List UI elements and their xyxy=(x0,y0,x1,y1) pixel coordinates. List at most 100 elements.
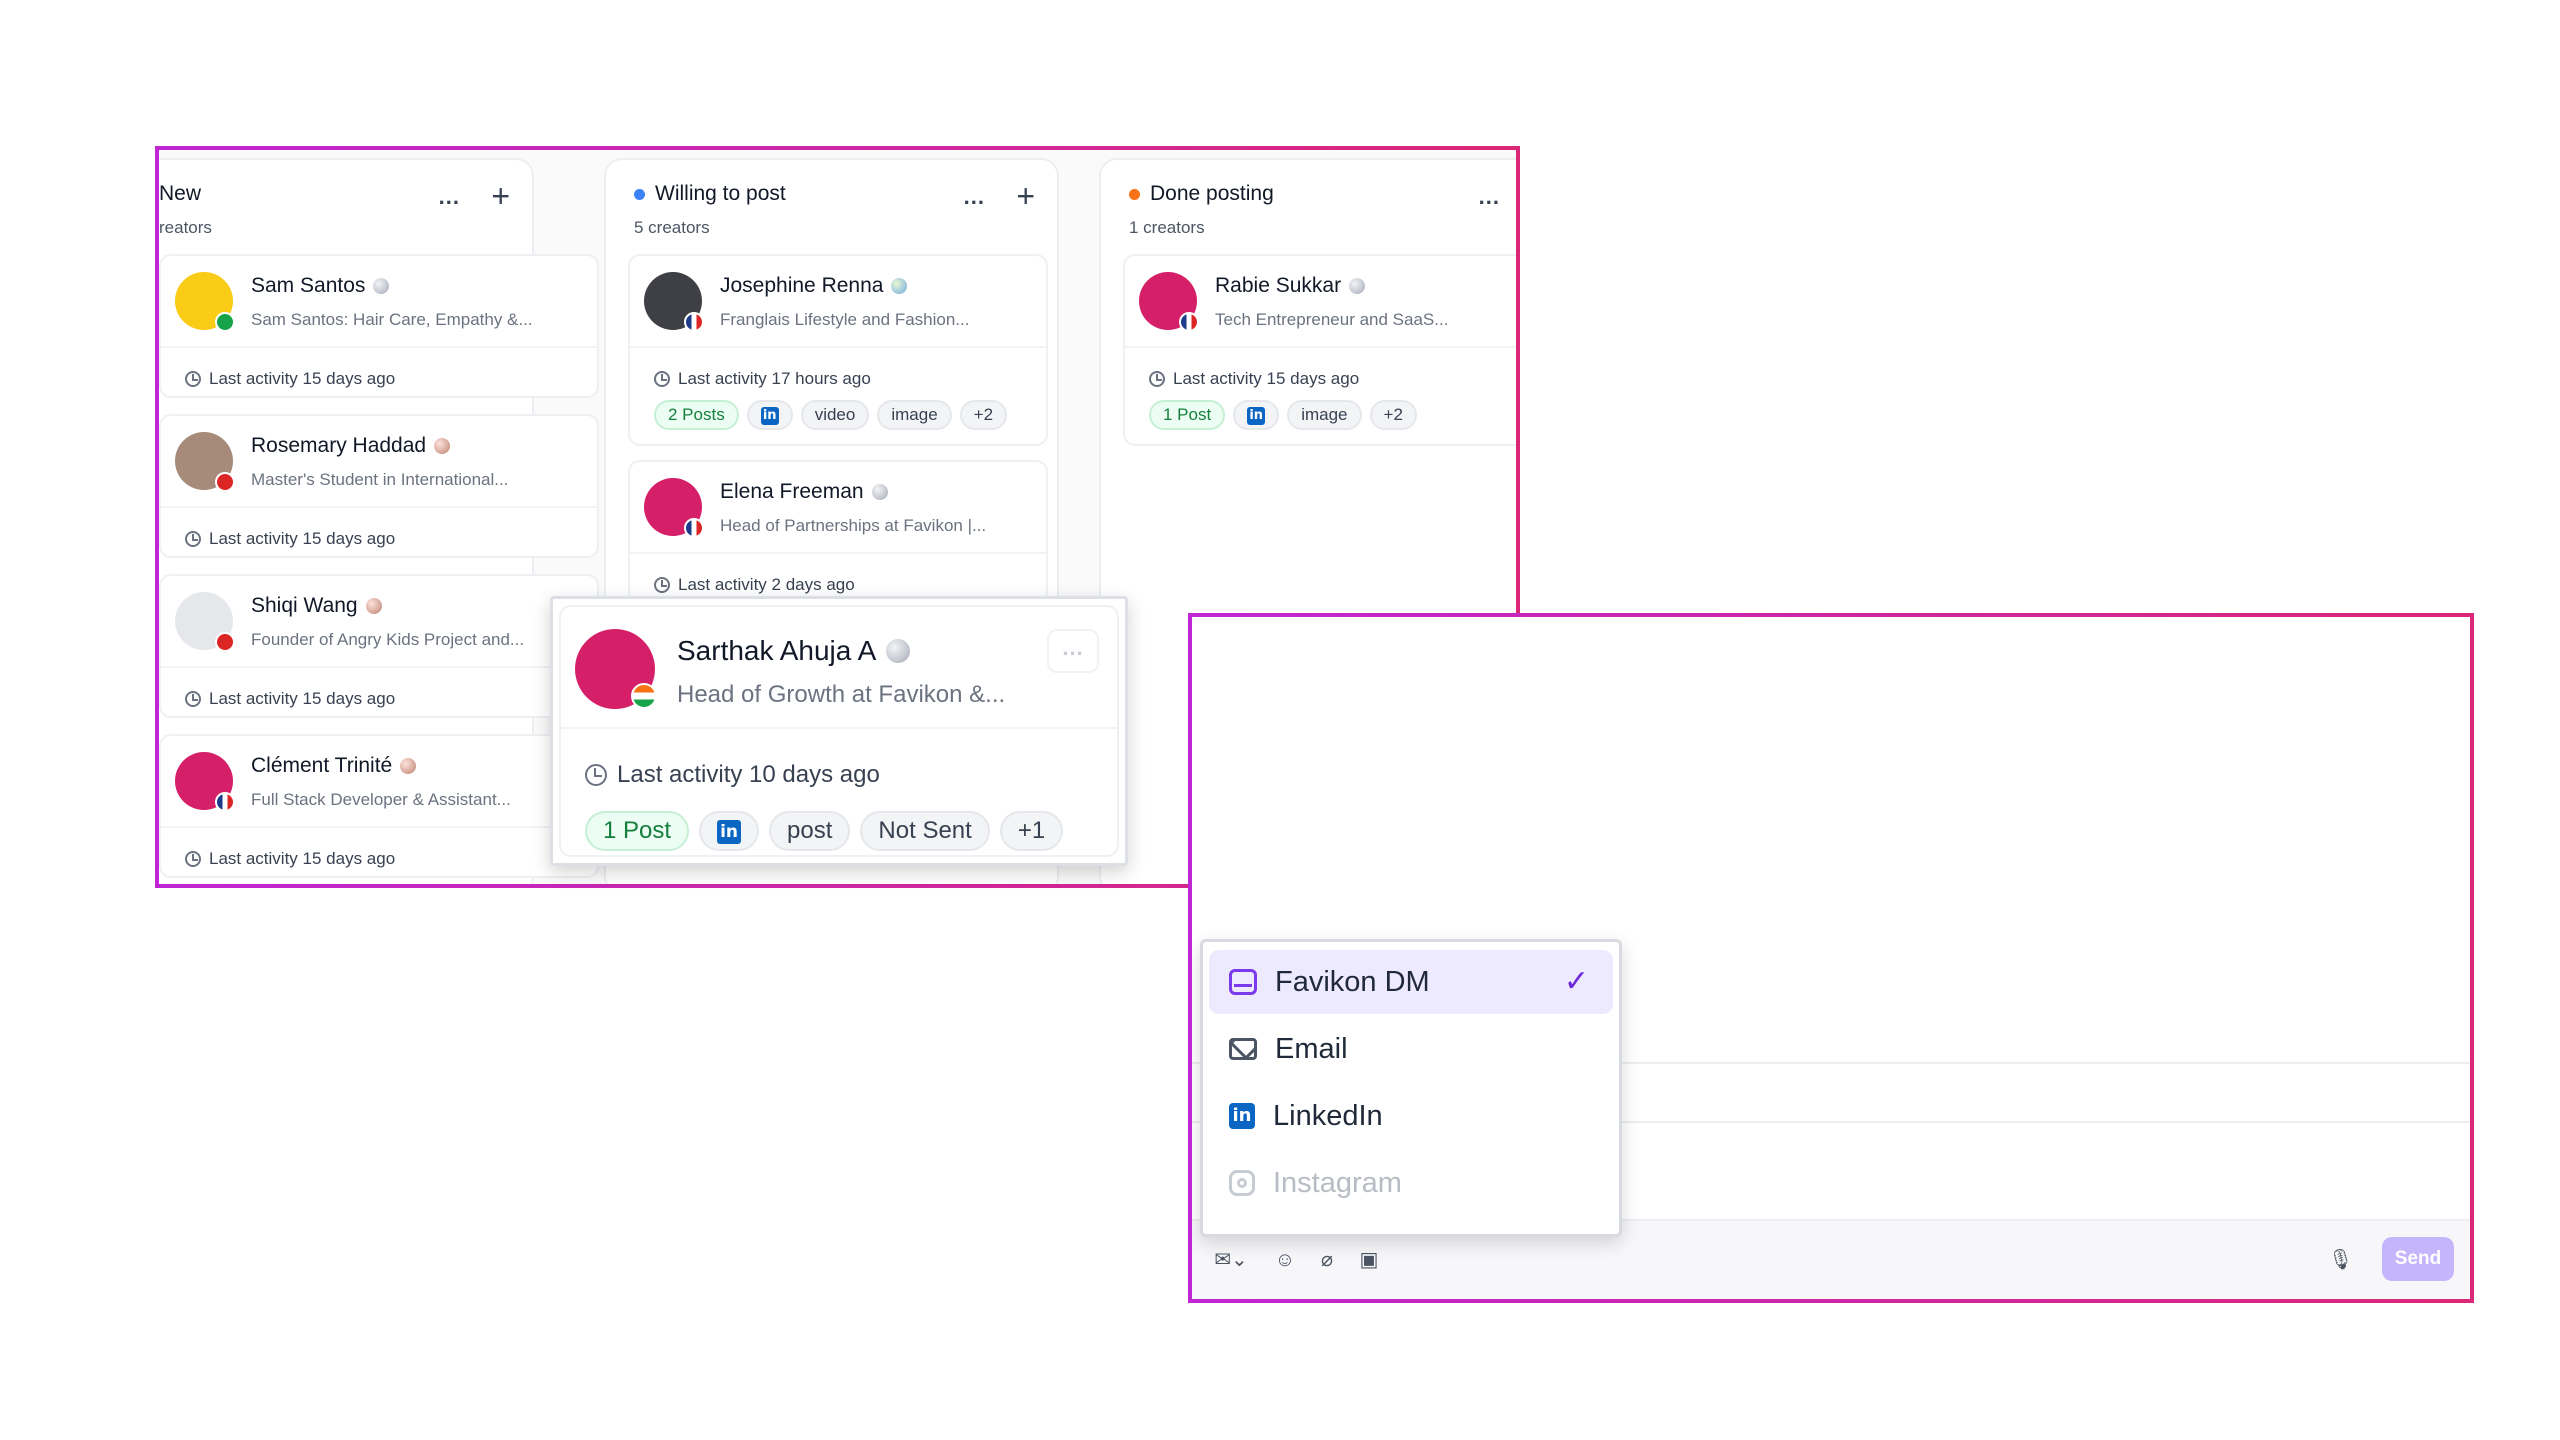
avatar xyxy=(575,629,657,709)
country-flag-icon xyxy=(631,683,657,709)
tier-badge-icon xyxy=(373,278,390,294)
instagram-icon xyxy=(1229,1170,1255,1196)
send-button[interactable]: Send xyxy=(2382,1237,2454,1281)
more-options-button[interactable]: ... xyxy=(1047,629,1099,673)
last-activity: Last activity 2 days ago xyxy=(678,575,855,594)
creator-name: Clément Trinité xyxy=(251,754,393,777)
inbox-icon xyxy=(1229,969,1257,995)
country-flag-icon xyxy=(684,518,704,538)
country-flag-icon xyxy=(684,312,704,332)
creator-headline: Full Stack Developer & Assistant... xyxy=(251,790,511,809)
creator-headline: Head of Partnerships at Favikon |... xyxy=(720,516,987,535)
creator-name: Josephine Renna xyxy=(720,274,884,297)
channel-dropdown: Favikon DM ✓ Email in LinkedIn Instagram xyxy=(1200,939,1622,1237)
last-activity: Last activity 10 days ago xyxy=(617,761,880,788)
content-type-tag: post xyxy=(769,811,851,851)
creator-card[interactable]: Rosemary Haddad Master's Student in Inte… xyxy=(159,414,599,558)
creator-headline: Master's Student in International... xyxy=(251,470,509,489)
country-flag-icon xyxy=(215,472,235,492)
last-activity: Last activity 15 days ago xyxy=(1173,369,1360,388)
status-dot xyxy=(634,188,645,200)
last-activity: Last activity 17 hours ago xyxy=(678,369,871,388)
tier-badge-icon xyxy=(400,758,417,774)
clock-icon xyxy=(185,531,201,547)
channel-option-instagram: Instagram xyxy=(1209,1151,1613,1215)
clock-icon xyxy=(654,577,670,593)
column-new: New reators ... + Sam Santos Sam Santos:… xyxy=(159,158,599,884)
channel-option-favikon-dm[interactable]: Favikon DM ✓ xyxy=(1209,950,1613,1014)
country-flag-icon xyxy=(215,632,235,652)
attachment-icon[interactable]: ⌀ xyxy=(1316,1249,1338,1271)
last-activity: Last activity 15 days ago xyxy=(209,689,396,708)
message-composer: ✉⌄ ☺ ⌀ ▣ 🎙 Send Favikon DM ✓ Email in Li… xyxy=(1188,613,2474,1303)
creator-name: Sarthak Ahuja A xyxy=(677,635,877,666)
creator-card[interactable]: Josephine Renna Franglais Lifestyle and … xyxy=(628,254,1048,446)
more-options-icon[interactable]: ... xyxy=(1479,184,1500,210)
clock-icon xyxy=(185,371,201,387)
country-flag-icon xyxy=(1179,312,1199,332)
avatar xyxy=(175,272,235,332)
clock-icon xyxy=(1149,371,1165,387)
creator-card[interactable]: Clément Trinité Full Stack Developer & A… xyxy=(159,734,599,878)
emoji-icon[interactable]: ☺ xyxy=(1274,1249,1296,1271)
more-options-icon[interactable]: ... xyxy=(964,184,985,210)
clock-icon xyxy=(185,691,201,707)
content-type-tag: image xyxy=(1287,400,1362,430)
creator-card[interactable]: Rabie Sukkar Tech Entrepreneur and SaaS.… xyxy=(1123,254,1516,446)
channel-option-email[interactable]: Email xyxy=(1209,1017,1613,1081)
country-flag-icon xyxy=(215,792,235,812)
posts-count-tag: 1 Post xyxy=(1149,400,1226,430)
channel-select-icon[interactable]: ✉⌄ xyxy=(1210,1249,1252,1271)
avatar xyxy=(644,272,704,332)
creator-card[interactable]: Elena Freeman Head of Partnerships at Fa… xyxy=(628,460,1048,604)
linkedin-tag: in xyxy=(1233,400,1280,430)
image-icon[interactable]: ▣ xyxy=(1358,1249,1380,1271)
content-type-tag: image xyxy=(877,400,952,430)
linkedin-icon: in xyxy=(717,819,742,844)
content-type-tag: video xyxy=(800,400,870,430)
tag-list: 1 Post in image +2 xyxy=(1125,396,1516,444)
creator-name: Elena Freeman xyxy=(720,480,864,503)
column-header: Willing to post 5 creators ... + xyxy=(634,178,1035,252)
column-title: Willing to post xyxy=(634,182,786,206)
posts-count-tag: 1 Post xyxy=(585,811,690,851)
more-options-icon[interactable]: ... xyxy=(439,184,460,210)
creator-name: Shiqi Wang xyxy=(251,594,358,617)
add-card-icon[interactable]: + xyxy=(1016,178,1035,215)
posts-count-tag: 2 Posts xyxy=(654,400,739,430)
creator-card[interactable]: Sam Santos Sam Santos: Hair Care, Empath… xyxy=(159,254,599,398)
column-count: 1 creators xyxy=(1129,218,1205,237)
option-label: Favikon DM xyxy=(1275,965,1430,998)
linkedin-icon: in xyxy=(1247,406,1266,425)
tier-badge-icon xyxy=(1349,278,1366,294)
channel-option-linkedin[interactable]: in LinkedIn xyxy=(1209,1084,1613,1148)
last-activity: Last activity 15 days ago xyxy=(209,529,396,548)
option-label: LinkedIn xyxy=(1273,1099,1383,1132)
more-tags-tag: +1 xyxy=(999,811,1064,851)
last-activity: Last activity 15 days ago xyxy=(209,849,396,868)
tier-badge-icon xyxy=(434,438,451,454)
clock-icon xyxy=(185,851,201,867)
linkedin-icon: in xyxy=(760,406,779,425)
linkedin-tag: in xyxy=(699,811,760,851)
creator-headline: Sam Santos: Hair Care, Empathy &... xyxy=(251,310,533,329)
column-count: reators xyxy=(159,218,212,237)
status-dot xyxy=(1129,188,1140,200)
creator-name: Rabie Sukkar xyxy=(1215,274,1342,297)
avatar xyxy=(644,478,704,538)
avatar xyxy=(175,592,235,652)
microphone-icon[interactable]: 🎙 xyxy=(2328,1249,2353,1271)
column-header: Done posting 1 creators ... - xyxy=(1129,182,1516,252)
creator-headline: Franglais Lifestyle and Fashion... xyxy=(720,310,970,329)
linkedin-icon: in xyxy=(1229,1103,1255,1129)
mail-icon xyxy=(1229,1038,1257,1060)
clock-icon xyxy=(585,764,607,786)
status-tag: Not Sent xyxy=(860,811,990,851)
creator-card[interactable]: Shiqi Wang Founder of Angry Kids Project… xyxy=(159,574,599,718)
creator-headline: Head of Growth at Favikon &... xyxy=(677,681,1006,708)
avatar xyxy=(1139,272,1199,332)
add-card-icon[interactable]: + xyxy=(491,178,510,215)
column-count: 5 creators xyxy=(634,218,710,237)
more-tags-tag: +2 xyxy=(959,400,1008,430)
dragged-creator-card[interactable]: Sarthak Ahuja A Head of Growth at Faviko… xyxy=(550,596,1128,866)
